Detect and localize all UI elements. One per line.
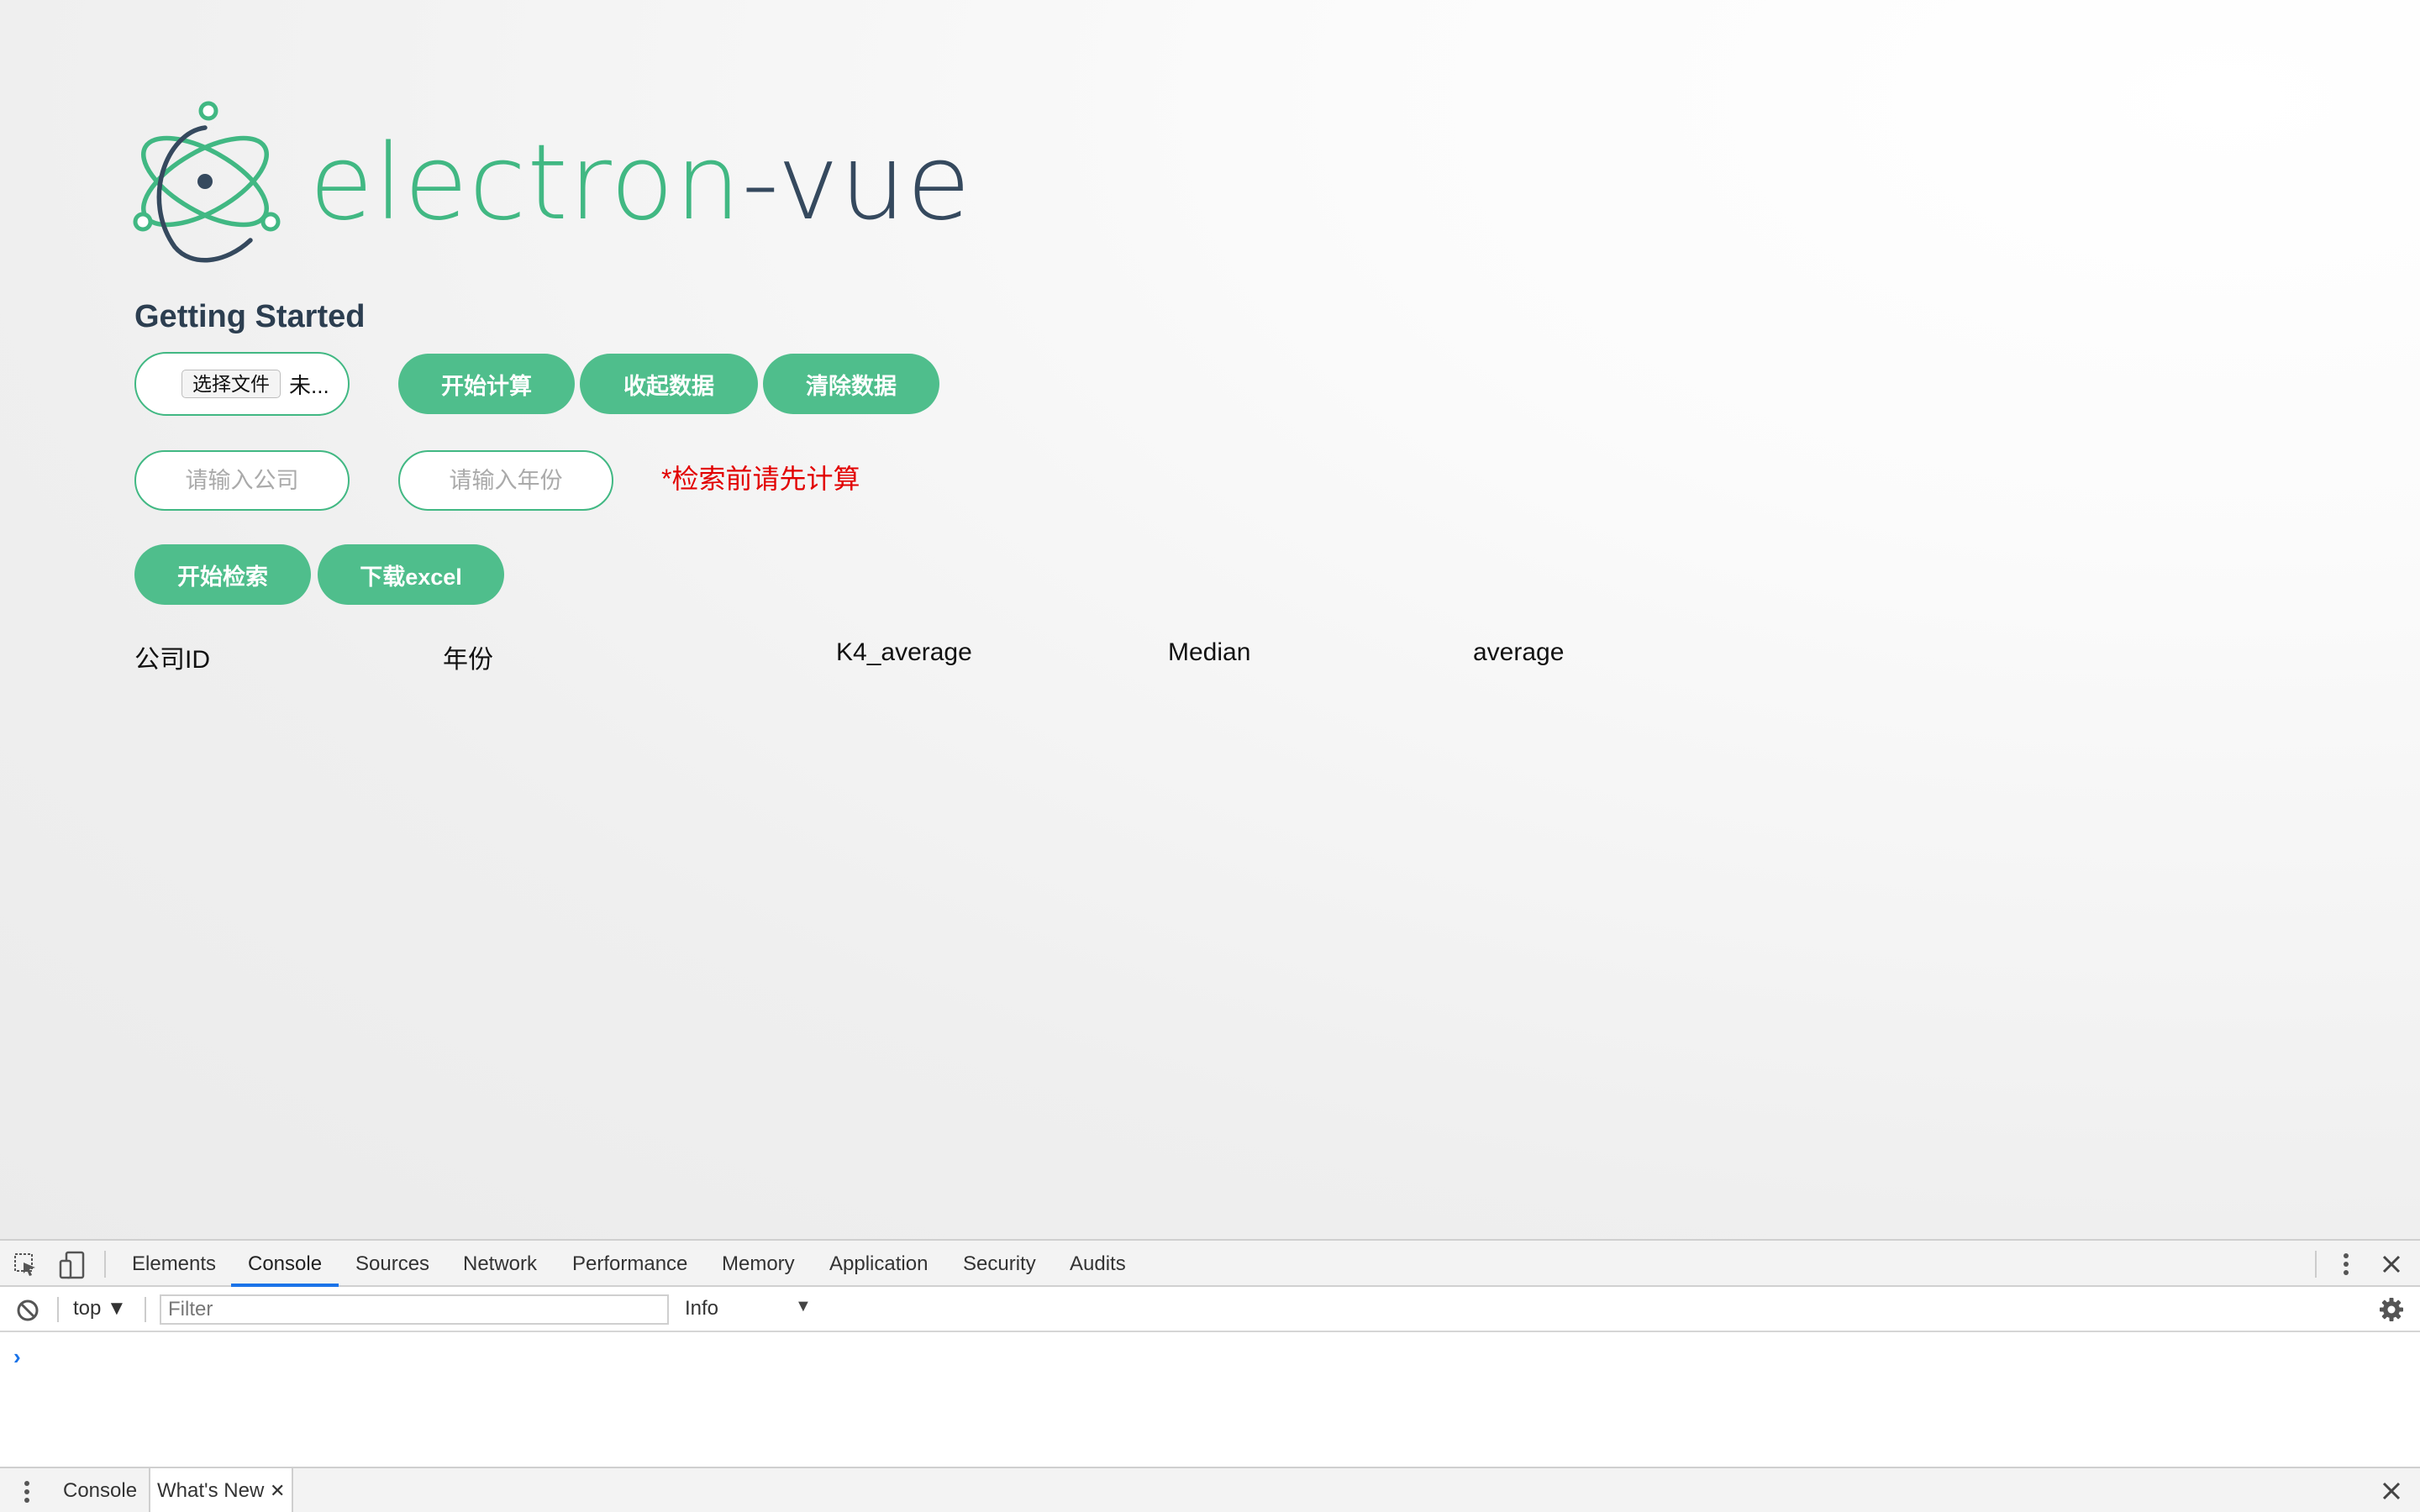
chevron-down-icon: ▼: [107, 1297, 127, 1320]
tab-elements[interactable]: Elements: [132, 1241, 216, 1287]
tab-audits[interactable]: Audits: [1070, 1241, 1126, 1287]
collapse-data-button[interactable]: 收起数据: [580, 354, 758, 414]
column-header-k4-average: K4_average: [836, 638, 972, 666]
tab-performance[interactable]: Performance: [572, 1241, 687, 1287]
tabbar-divider: [104, 1251, 106, 1278]
console-toolbar: top ▼ Info ▼: [0, 1287, 2420, 1332]
logo-text-vue: -vue: [741, 123, 972, 244]
tab-console[interactable]: Console: [231, 1241, 339, 1287]
inspect-element-icon[interactable]: [13, 1252, 39, 1278]
column-header-median: Median: [1168, 638, 1251, 666]
close-drawer-icon[interactable]: [2380, 1479, 2403, 1503]
logo-text: electron-vue: [309, 124, 971, 242]
drawer-tab-whats-new-label: What's New: [157, 1479, 265, 1502]
tab-application[interactable]: Application: [829, 1241, 928, 1287]
clear-data-button[interactable]: 清除数据: [763, 354, 939, 414]
tab-sources[interactable]: Sources: [355, 1241, 429, 1287]
file-status-text: 未...: [289, 372, 329, 398]
drawer-tab-whats-new[interactable]: What's New ✕: [149, 1468, 294, 1512]
context-selector-label: top: [73, 1297, 102, 1320]
electron-vue-logo: electron-vue: [133, 99, 990, 264]
drawer-tab-console[interactable]: Console: [63, 1468, 137, 1512]
drawer-menu-icon[interactable]: [17, 1478, 37, 1505]
device-toolbar-icon[interactable]: [59, 1251, 86, 1279]
download-excel-button[interactable]: 下载excel: [318, 544, 504, 605]
start-search-button[interactable]: 开始检索: [134, 544, 311, 605]
context-selector[interactable]: top ▼: [73, 1297, 127, 1320]
clear-console-icon[interactable]: [15, 1298, 40, 1323]
console-filter-input[interactable]: [160, 1294, 669, 1325]
log-level-selector[interactable]: Info: [685, 1297, 718, 1320]
console-prompt-icon: ›: [13, 1344, 21, 1369]
more-options-icon[interactable]: [2336, 1251, 2356, 1278]
page-title: Getting Started: [134, 299, 366, 334]
column-header-year: 年份: [443, 646, 493, 674]
file-input[interactable]: 选择文件 未...: [134, 352, 350, 416]
chevron-down-icon[interactable]: ▼: [795, 1297, 812, 1316]
tab-memory[interactable]: Memory: [722, 1241, 795, 1287]
company-input[interactable]: [134, 450, 350, 511]
choose-file-button[interactable]: 选择文件: [182, 370, 281, 398]
column-header-average: average: [1473, 638, 1565, 666]
tab-security[interactable]: Security: [963, 1241, 1036, 1287]
logo-text-electron: electron: [309, 123, 742, 244]
console-output[interactable]: ›: [0, 1332, 2420, 1467]
devtools-tabbar: Elements Console Sources Network Perform…: [0, 1241, 2420, 1287]
close-devtools-icon[interactable]: [2380, 1252, 2403, 1276]
toolbar-divider-2: [145, 1297, 146, 1322]
toolbar-divider: [57, 1297, 59, 1322]
tab-network[interactable]: Network: [463, 1241, 537, 1287]
tabbar-right-divider: [2315, 1251, 2317, 1278]
devtools-panel: Elements Console Sources Network Perform…: [0, 1239, 2420, 1512]
close-tab-icon[interactable]: ✕: [270, 1480, 285, 1501]
start-calculate-button[interactable]: 开始计算: [398, 354, 575, 414]
column-header-company-id: 公司ID: [134, 646, 210, 674]
gear-icon[interactable]: [2378, 1296, 2405, 1323]
app-page: electron-vue Getting Started 选择文件 未... 开…: [0, 0, 2420, 1239]
electron-atom-icon: [133, 101, 281, 263]
year-input[interactable]: [398, 450, 613, 511]
devtools-drawer: Console What's New ✕: [0, 1467, 2420, 1512]
calculate-first-warning: *检索前请先计算: [661, 464, 860, 494]
